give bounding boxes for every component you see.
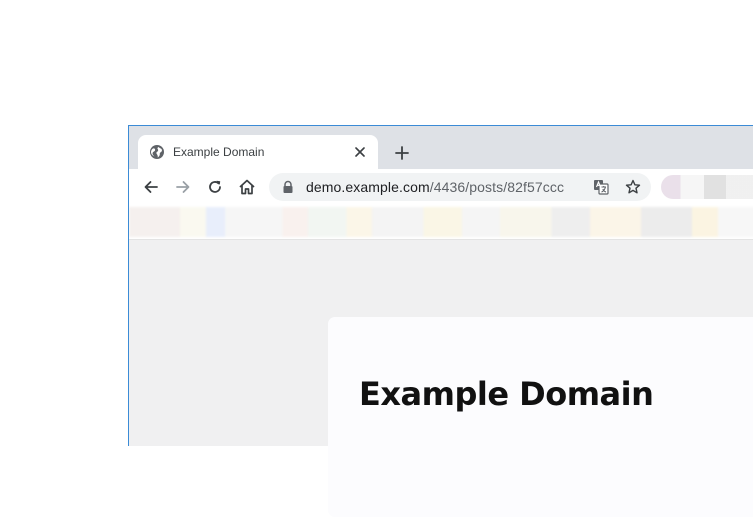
home-button[interactable] [235, 175, 259, 199]
back-button[interactable] [139, 175, 163, 199]
address-bar[interactable]: demo.example.com/4436/posts/82f57ccc [269, 173, 651, 201]
globe-icon [149, 144, 165, 160]
forward-arrow-icon [175, 179, 191, 195]
content-card: Example Domain [328, 317, 753, 517]
browser-window: Example Domain demo.example.com/4436/pos… [128, 125, 753, 517]
close-icon[interactable] [352, 144, 368, 160]
plus-icon [395, 146, 409, 160]
translate-icon[interactable] [593, 179, 609, 195]
page-heading: Example Domain [359, 375, 654, 413]
tab-title: Example Domain [173, 145, 265, 159]
page-viewport: Example Domain [129, 240, 753, 517]
extensions-area [661, 175, 753, 199]
bookmarks-bar [129, 205, 753, 240]
back-arrow-icon [143, 179, 159, 195]
star-icon[interactable] [625, 179, 641, 195]
toolbar: demo.example.com/4436/posts/82f57ccc [129, 169, 753, 205]
home-icon [238, 178, 256, 196]
lock-icon[interactable] [281, 180, 295, 194]
reload-icon [207, 179, 223, 195]
forward-button[interactable] [171, 175, 195, 199]
tab-strip: Example Domain [129, 126, 753, 169]
tab-example-domain[interactable]: Example Domain [138, 135, 378, 169]
bookmarks-redacted [129, 207, 753, 237]
reload-button[interactable] [203, 175, 227, 199]
url-path: /4436/posts/82f57ccc [429, 179, 565, 195]
url-text[interactable]: demo.example.com/4436/posts/82f57ccc [306, 179, 564, 195]
new-tab-button[interactable] [390, 141, 414, 165]
url-host: demo.example.com [306, 179, 430, 195]
